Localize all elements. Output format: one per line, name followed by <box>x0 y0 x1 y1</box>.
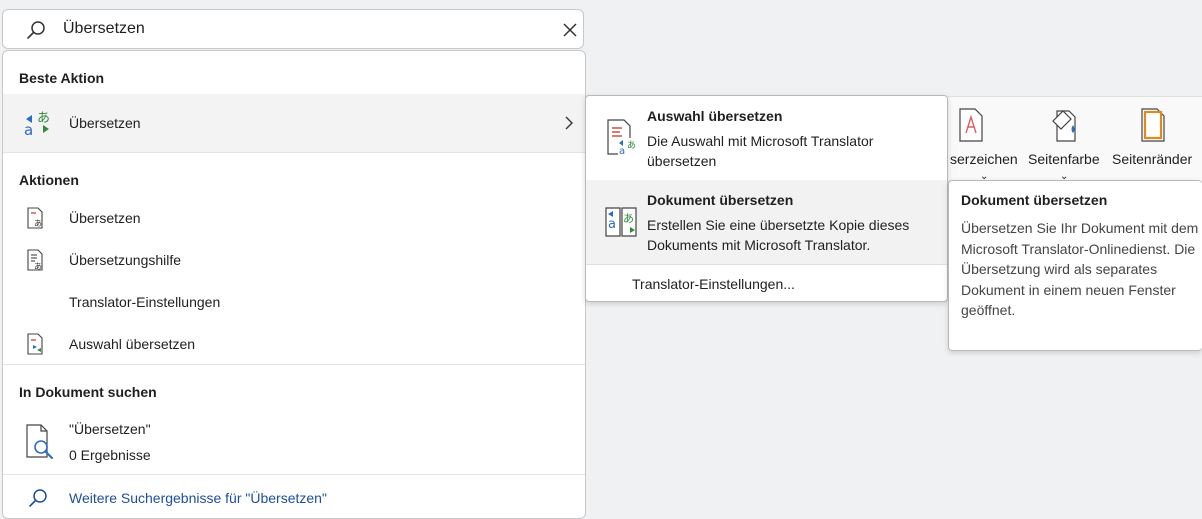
find-result-count: 0 Ergebnisse <box>69 447 151 463</box>
best-action-translate[interactable]: a あ Übersetzen <box>3 94 585 152</box>
ribbon-watermark-button[interactable]: serzeichen ⌄ <box>948 107 1022 182</box>
tooltip: Dokument übersetzen Übersetzen Sie Ihr D… <box>948 180 1202 351</box>
ribbon-page-borders-button[interactable]: Seitenränder <box>1110 107 1202 167</box>
search-icon <box>27 21 45 39</box>
ribbon-design-group: serzeichen ⌄ Seitenfarbe ⌄ Seitenränder <box>948 96 1202 182</box>
ribbon-page-color-label: Seitenfarbe <box>1028 151 1100 167</box>
svg-text:あ: あ <box>37 111 50 126</box>
more-search-results-label: Weitere Suchergebnisse für "Übersetzen" <box>69 490 327 506</box>
submenu-translator-settings-label: Translator-Einstellungen... <box>632 276 795 292</box>
action-translate-selection[interactable]: Auswahl übersetzen <box>3 329 585 359</box>
svg-text:あ: あ <box>623 212 634 225</box>
submenu-translate-document[interactable]: a あ Dokument übersetzen Erstellen Sie ei… <box>586 180 947 264</box>
divider <box>3 474 585 475</box>
watermark-icon <box>959 108 983 142</box>
translate-selection-icon <box>27 333 43 355</box>
chevron-right-icon <box>565 116 573 130</box>
find-in-document-result[interactable]: "Übersetzen" 0 Ergebnisse <box>3 415 585 469</box>
divider <box>3 364 585 365</box>
search-box[interactable]: Übersetzen <box>2 9 584 49</box>
divider <box>3 152 585 153</box>
find-in-document-heading: In Dokument suchen <box>19 384 157 400</box>
submenu-translate-selection[interactable]: a あ Auswahl übersetzen Die Auswahl mit M… <box>586 96 947 180</box>
translate-submenu: a あ Auswahl übersetzen Die Auswahl mit M… <box>585 95 948 302</box>
submenu-translate-selection-title: Auswahl übersetzen <box>647 108 783 124</box>
ribbon-page-borders-label: Seitenränder <box>1112 151 1193 167</box>
translate-document-icon: あ <box>27 207 43 229</box>
translate-icon: a あ <box>24 111 50 139</box>
page-color-icon <box>1052 110 1076 142</box>
svg-text:a: a <box>24 121 33 139</box>
find-query: "Übersetzen" <box>69 421 151 437</box>
translate-document-icon: a あ <box>605 207 637 237</box>
svg-text:あ: あ <box>34 262 42 271</box>
submenu-translate-document-description: Erstellen Sie eine übersetzte Kopie dies… <box>647 217 910 253</box>
search-input[interactable]: Übersetzen <box>63 20 145 38</box>
action-translation-help[interactable]: あ Übersetzungshilfe <box>3 245 585 275</box>
action-translation-help-label: Übersetzungshilfe <box>69 252 182 268</box>
submenu-translate-document-title: Dokument übersetzen <box>647 192 794 208</box>
action-translator-settings-label: Translator-Einstellungen <box>69 294 221 310</box>
close-icon[interactable] <box>561 21 579 39</box>
action-translate-selection-label: Auswahl übersetzen <box>69 336 196 352</box>
search-icon <box>29 489 47 507</box>
action-translator-settings[interactable]: Translator-Einstellungen <box>3 287 585 317</box>
best-action-label: Übersetzen <box>69 115 141 131</box>
page-borders-icon <box>1141 108 1165 142</box>
svg-text:あ: あ <box>34 219 42 228</box>
submenu-translate-selection-description: Die Auswahl mit Microsoft Translator übe… <box>647 133 874 169</box>
tooltip-description: Übersetzen Sie Ihr Dokument mit dem Micr… <box>961 220 1199 318</box>
translation-help-icon: あ <box>27 249 43 271</box>
more-search-results-link[interactable]: Weitere Suchergebnisse für "Übersetzen" <box>3 483 585 513</box>
ribbon-watermark-label: serzeichen <box>950 151 1018 167</box>
ribbon-page-color-button[interactable]: Seitenfarbe ⌄ <box>1028 107 1104 182</box>
action-translate[interactable]: あ Übersetzen <box>3 203 585 233</box>
svg-text:a: a <box>619 146 625 157</box>
tooltip-title: Dokument übersetzen <box>961 192 1108 208</box>
search-results-panel: Beste Aktion a あ Übersetzen Aktionen あ Ü… <box>2 50 586 519</box>
svg-text:a: a <box>608 217 616 232</box>
document-search-icon <box>26 424 53 459</box>
translate-selection-icon: a あ <box>607 119 638 157</box>
best-action-heading: Beste Aktion <box>19 70 105 86</box>
submenu-translator-settings[interactable]: Translator-Einstellungen... <box>586 266 947 300</box>
svg-text:あ: あ <box>627 140 636 151</box>
divider <box>586 264 947 265</box>
actions-heading: Aktionen <box>19 172 79 188</box>
action-translate-label: Übersetzen <box>69 210 141 226</box>
